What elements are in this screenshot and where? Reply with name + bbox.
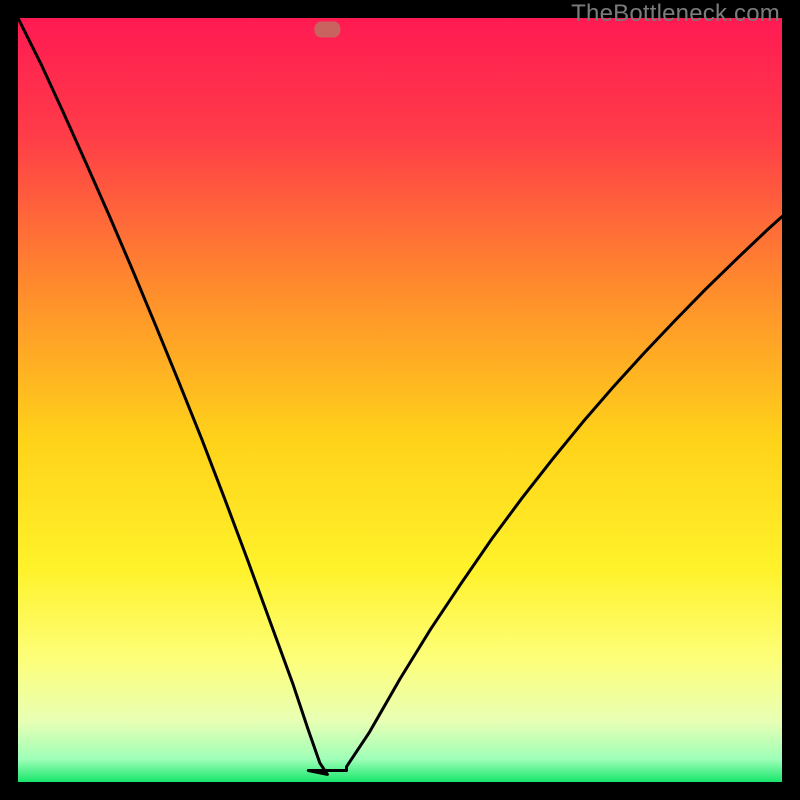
- bottleneck-chart: [18, 18, 782, 782]
- chart-frame: [18, 18, 782, 782]
- optimal-point-marker: [314, 22, 340, 38]
- watermark-text: TheBottleneck.com: [571, 0, 780, 28]
- gradient-background: [18, 18, 782, 782]
